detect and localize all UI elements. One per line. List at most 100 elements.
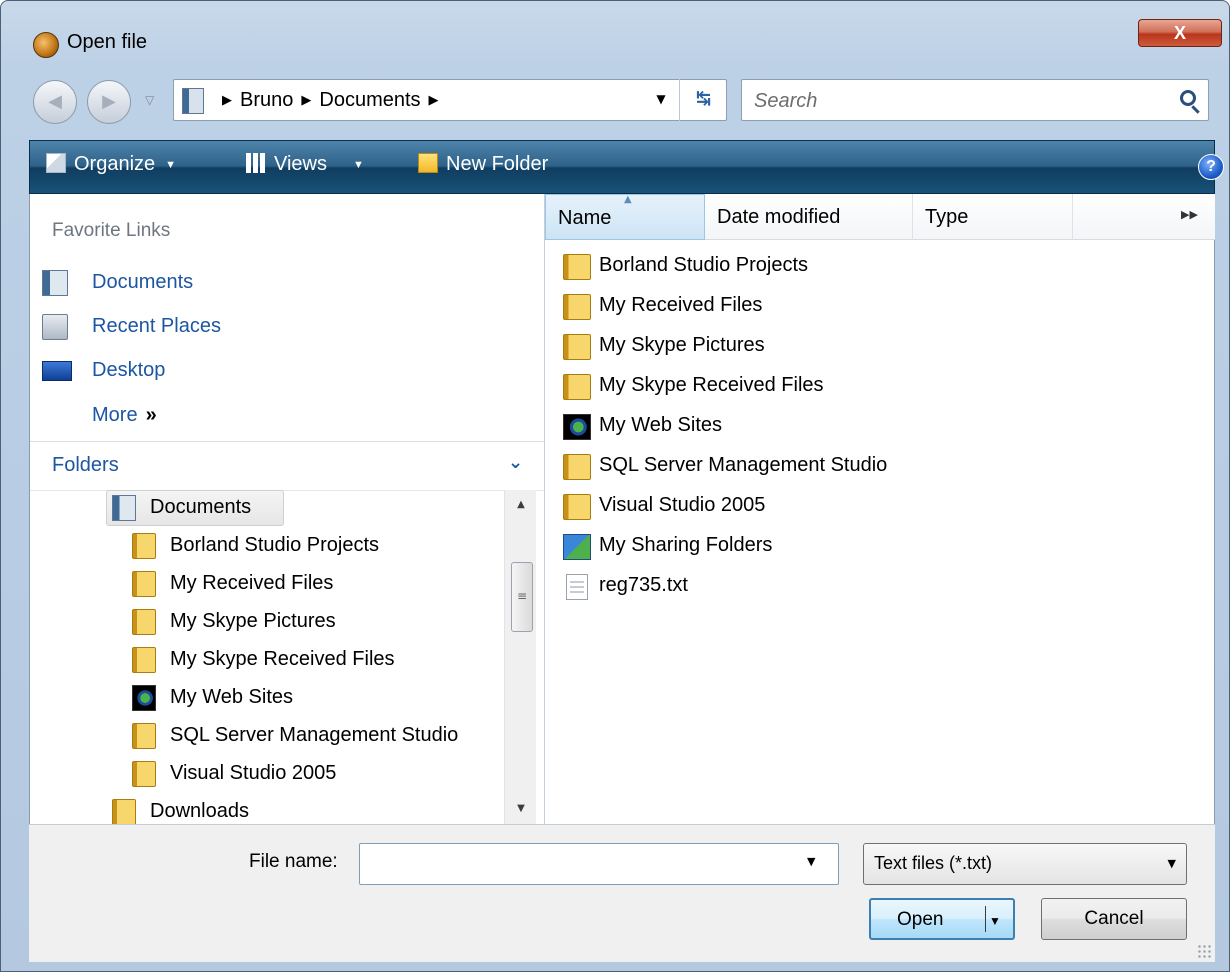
more-columns-icon[interactable]: ▶▶ (1181, 208, 1198, 221)
search-input[interactable]: Search (754, 90, 817, 113)
refresh-icon[interactable]: ↹ (679, 79, 727, 121)
file-name-dropdown-icon[interactable]: ▼ (807, 855, 815, 868)
scroll-down-icon[interactable]: ▼ (505, 794, 537, 824)
file-name-input[interactable] (359, 843, 839, 885)
favorite-links-header: Favorite Links (52, 220, 171, 241)
folder-icon (563, 454, 591, 480)
favorite-link-label: Documents (92, 271, 194, 293)
folder-icon (132, 723, 156, 749)
favorite-link-desktop[interactable]: Desktop (42, 354, 342, 388)
recent-places-icon (42, 314, 68, 340)
column-header-name[interactable]: ▲ Name (545, 194, 705, 240)
open-options-dropdown-icon[interactable]: ▼ (989, 901, 1001, 941)
favorite-link-label: Desktop (92, 359, 166, 381)
forward-arrow-icon: ▶ (102, 91, 116, 112)
tree-item-label: My Received Files (170, 572, 334, 594)
list-item-label: SQL Server Management Studio (599, 454, 888, 476)
list-item-label: My Received Files (599, 294, 763, 316)
file-name-label: File name: (249, 851, 338, 872)
list-item-label: My Web Sites (599, 414, 722, 436)
list-item-label: Borland Studio Projects (599, 254, 809, 276)
organize-button[interactable]: Organize ▼ (46, 153, 176, 176)
chevron-down-icon: ▼ (1167, 857, 1176, 870)
breadcrumb-separator-icon[interactable]: ▶ (222, 92, 232, 107)
folder-icon (563, 294, 591, 320)
list-item-label: My Sharing Folders (599, 534, 773, 556)
list-item-label: My Skype Received Files (599, 374, 824, 396)
column-header-row: ▲ Name Date modified Type ▶▶ (545, 194, 1215, 240)
new-folder-icon (418, 153, 438, 173)
folder-icon (112, 799, 136, 825)
favorite-link-recent-places[interactable]: Recent Places (42, 310, 342, 344)
sort-ascending-icon: ▲ (624, 194, 632, 205)
search-icon[interactable] (1180, 90, 1196, 106)
address-bar[interactable]: ▶ Bruno ▶ Documents ▶ (173, 79, 727, 121)
file-type-filter-select[interactable]: Text files (*.txt) ▼ (863, 843, 1187, 885)
folder-icon (132, 609, 156, 635)
command-toolbar: Organize ▼ Views ▼ New Folder ? (29, 140, 1224, 194)
forward-button[interactable]: ▶ (87, 80, 131, 124)
more-label: More (92, 404, 138, 426)
help-icon[interactable]: ? (1198, 154, 1224, 180)
breadcrumb-item-documents[interactable]: Documents (319, 89, 420, 111)
tree-item-label: My Skype Received Files (170, 648, 395, 670)
folders-header[interactable]: Folders (52, 454, 119, 477)
app-icon (33, 32, 59, 58)
organize-icon (46, 153, 66, 173)
breadcrumb-item-bruno[interactable]: Bruno (240, 89, 293, 111)
text-file-icon (566, 574, 588, 600)
tree-item-label: Downloads (150, 800, 249, 822)
file-type-filter-value: Text files (*.txt) (874, 853, 993, 873)
scroll-thumb[interactable]: ≡ (511, 562, 533, 632)
folder-icon (563, 334, 591, 360)
scroll-up-icon[interactable]: ▲ (505, 490, 537, 520)
dialog-footer: File name: ▼ Text files (*.txt) ▼ Open ▼… (29, 824, 1215, 962)
navigation-pane: Favorite Links Documents Recent Places D… (29, 194, 545, 825)
column-header-label: Name (558, 207, 612, 229)
more-links-button[interactable]: More » (92, 404, 157, 427)
open-button[interactable]: Open ▼ (869, 898, 1015, 940)
tree-item[interactable]: SQL Server Management Studio (132, 718, 504, 754)
chevron-down-icon: ▼ (353, 159, 364, 171)
tree-item-label: Documents (150, 496, 252, 518)
title-bar[interactable]: Open file X (1, 1, 1229, 75)
tree-item-label: SQL Server Management Studio (170, 724, 459, 746)
web-sites-icon (132, 685, 156, 711)
column-header-date-modified[interactable]: Date modified (705, 194, 913, 240)
list-item-label: Visual Studio 2005 (599, 494, 766, 516)
folder-icon (132, 761, 156, 787)
search-box[interactable]: Search (741, 79, 1209, 121)
new-folder-label: New Folder (446, 153, 549, 175)
new-folder-button[interactable]: New Folder (418, 153, 548, 176)
chevron-down-icon[interactable]: ⌄ (508, 452, 523, 473)
column-header-type[interactable]: Type (913, 194, 1073, 240)
documents-location-icon (182, 88, 204, 114)
list-item-label: reg735.txt (599, 574, 688, 596)
views-label: Views (274, 153, 327, 175)
folder-icon (563, 374, 591, 400)
breadcrumb-separator-icon[interactable]: ▶ (429, 92, 439, 107)
file-list-pane: ▲ Name Date modified Type ▶▶ Borland Stu… (545, 194, 1215, 824)
recent-pages-dropdown-icon[interactable]: ▽ (145, 93, 154, 107)
folder-tree-scrollbar[interactable]: ▲ ≡ ▼ (504, 490, 536, 824)
views-button[interactable]: Views ▼ (246, 153, 364, 176)
desktop-icon (42, 361, 72, 381)
chevron-down-icon: ▼ (165, 159, 177, 171)
breadcrumb-separator-icon[interactable]: ▶ (301, 92, 311, 107)
folder-icon (132, 647, 156, 673)
documents-icon (112, 495, 136, 521)
window-title: Open file (67, 31, 148, 53)
favorite-link-documents[interactable]: Documents (42, 266, 342, 300)
folder-icon (132, 571, 156, 597)
documents-icon (42, 270, 68, 296)
back-button[interactable]: ◀ (33, 80, 77, 124)
double-chevron-right-icon: » (145, 404, 157, 426)
column-header-label: Date modified (717, 206, 841, 228)
resize-grip-icon[interactable] (1197, 944, 1211, 958)
address-dropdown-icon[interactable]: ▼ (645, 79, 677, 121)
cancel-button[interactable]: Cancel (1041, 898, 1187, 940)
close-button[interactable]: X (1138, 19, 1222, 47)
views-icon (246, 153, 266, 173)
tree-item-label: My Web Sites (170, 686, 293, 708)
tree-item-label: My Skype Pictures (170, 610, 336, 632)
